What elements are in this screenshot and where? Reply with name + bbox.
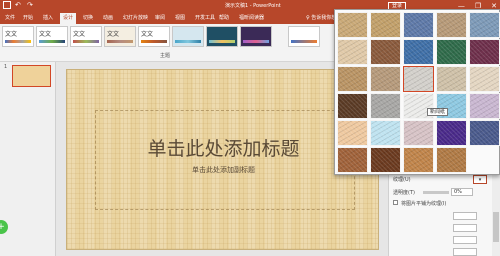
tab-design[interactable]: 设计 xyxy=(60,13,77,24)
tab-help[interactable]: 帮助 xyxy=(216,13,232,24)
theme-colors xyxy=(175,40,201,43)
quick-access-toolbar: ↶ ↷ xyxy=(3,1,35,9)
texture-swatch[interactable] xyxy=(370,39,401,65)
group-label-themes: 主题 xyxy=(160,53,171,59)
theme-colors xyxy=(39,40,65,43)
theme-colors xyxy=(5,40,31,43)
texture-swatch[interactable] xyxy=(370,66,401,92)
tab-insert[interactable]: 插入 xyxy=(40,13,56,24)
texture-swatch[interactable] xyxy=(337,39,368,65)
theme-gallery: 文文 文文 文文 文文 文文 xyxy=(2,26,334,50)
scale-y-input[interactable] xyxy=(453,248,477,256)
tab-slideshow[interactable]: 幻灯片放映 xyxy=(120,13,151,24)
texture-swatch[interactable] xyxy=(403,39,434,65)
texture-swatch[interactable] xyxy=(403,120,434,146)
texture-swatch[interactable] xyxy=(370,93,401,119)
slide-thumbnail-pane: 1 + xyxy=(0,62,56,256)
texture-swatch[interactable] xyxy=(337,66,368,92)
variant-1[interactable] xyxy=(288,26,320,47)
theme-5[interactable]: 文文 xyxy=(138,26,170,47)
texture-swatch[interactable] xyxy=(469,93,500,119)
theme-7[interactable] xyxy=(206,26,238,47)
texture-swatch[interactable] xyxy=(403,147,434,173)
tab-developer[interactable]: 开发工具 xyxy=(192,13,218,24)
tab-transitions[interactable]: 切换 xyxy=(80,13,96,24)
side-add-button[interactable]: + xyxy=(0,220,8,234)
theme-office[interactable]: 文文 xyxy=(2,26,34,47)
theme-colors xyxy=(291,40,317,43)
texture-swatch[interactable] xyxy=(436,147,467,173)
slide-number: 1 xyxy=(4,64,8,70)
texture-swatch[interactable] xyxy=(370,120,401,146)
tab-file[interactable]: 文件 xyxy=(2,13,18,24)
tile-checkbox[interactable] xyxy=(393,200,398,205)
undo-icon[interactable]: ↶ xyxy=(15,1,23,9)
texture-swatch[interactable] xyxy=(469,66,500,92)
scale-x-input[interactable] xyxy=(453,236,477,244)
slide-thumbnail[interactable] xyxy=(12,65,51,87)
transparency-label: 透明度(T) xyxy=(393,190,415,196)
texture-swatch[interactable] xyxy=(436,66,467,92)
document-title: 演示文稿1 - PowerPoint xyxy=(225,3,281,9)
theme-6[interactable] xyxy=(172,26,204,47)
theme-colors xyxy=(141,40,167,43)
redo-icon[interactable]: ↷ xyxy=(27,1,35,9)
theme-label: 文文 xyxy=(5,31,18,38)
theme-3[interactable]: 文文 xyxy=(70,26,102,47)
texture-swatch[interactable] xyxy=(436,120,467,146)
texture-swatch[interactable] xyxy=(370,147,401,173)
texture-swatch[interactable] xyxy=(370,12,401,38)
theme-label: 文文 xyxy=(107,31,120,38)
theme-label: 文文 xyxy=(73,31,86,38)
theme-2[interactable]: 文文 xyxy=(36,26,68,47)
texture-label: 纹理(U) xyxy=(393,177,411,183)
texture-gallery xyxy=(334,9,500,175)
texture-swatch[interactable] xyxy=(337,12,368,38)
texture-swatch[interactable] xyxy=(436,39,467,65)
texture-swatch[interactable] xyxy=(403,12,434,38)
powerpoint-window: ↶ ↷ 演示文稿1 - PowerPoint 登录 — ❐ ✕ 文件 开始 插入… xyxy=(0,0,500,256)
save-icon[interactable] xyxy=(3,1,11,9)
theme-8[interactable] xyxy=(240,26,272,47)
texture-swatch[interactable] xyxy=(469,39,500,65)
texture-swatch[interactable] xyxy=(337,147,368,173)
texture-swatch[interactable] xyxy=(337,120,368,146)
tile-label: 将图片平铺为纹理(I) xyxy=(401,201,447,207)
tab-home[interactable]: 开始 xyxy=(20,13,36,24)
theme-label: 文文 xyxy=(39,31,52,38)
theme-4[interactable]: 文文 xyxy=(104,26,136,47)
theme-colors xyxy=(107,40,133,43)
texture-swatch[interactable] xyxy=(403,66,434,92)
pane-scroll-thumb[interactable] xyxy=(493,212,499,242)
texture-swatch[interactable] xyxy=(469,120,500,146)
transparency-slider[interactable] xyxy=(423,191,449,194)
texture-tooltip: 新闻纸 xyxy=(427,108,449,116)
tab-foxit[interactable]: 福昕阅读器 xyxy=(236,13,267,24)
texture-swatch[interactable] xyxy=(337,93,368,119)
theme-label: 文文 xyxy=(141,31,154,38)
theme-colors xyxy=(209,40,235,43)
tab-review[interactable]: 审阅 xyxy=(152,13,168,24)
slide[interactable]: 单击此处添加标题 单击此处添加副标题 xyxy=(66,69,379,250)
texture-swatch[interactable] xyxy=(469,12,500,38)
texture-dropdown-button[interactable]: ▾ xyxy=(473,175,487,184)
theme-colors xyxy=(73,40,99,43)
theme-colors xyxy=(243,40,269,43)
offset-x-input[interactable] xyxy=(453,212,477,220)
texture-swatch[interactable] xyxy=(436,12,467,38)
offset-y-input[interactable] xyxy=(453,224,477,232)
transparency-input[interactable]: 0% xyxy=(451,188,473,196)
tab-animations[interactable]: 动画 xyxy=(100,13,116,24)
tab-view[interactable]: 视图 xyxy=(172,13,188,24)
